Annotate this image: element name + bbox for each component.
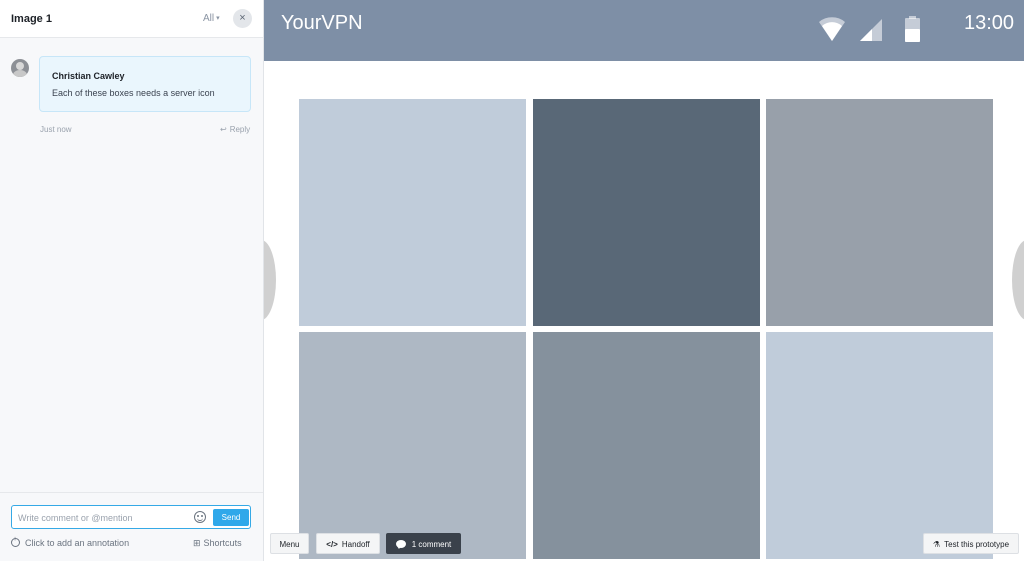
server-tile[interactable]: [299, 332, 526, 559]
add-annotation-button[interactable]: Click to add an annotation: [11, 536, 130, 548]
test-prototype-button[interactable]: ⚗ Test this prototype: [923, 533, 1019, 554]
comment-input[interactable]: [18, 510, 188, 525]
comments-button[interactable]: 1 comment: [386, 533, 461, 554]
reply-label: Reply: [229, 125, 251, 134]
next-screen-button[interactable]: [1012, 240, 1024, 320]
panel-footer: Send Click to add an annotation ⊞Shortcu…: [0, 492, 263, 561]
sitemap-icon: ⊞: [193, 538, 201, 548]
battery-icon: [905, 16, 920, 42]
app-title: YourVPN: [281, 12, 363, 34]
flask-icon: ⚗: [932, 540, 941, 549]
previous-screen-button[interactable]: [264, 240, 276, 320]
emoji-icon[interactable]: [194, 511, 206, 523]
panel-header: Image 1 All ▾ ×: [0, 0, 263, 38]
comment-bubble-icon: [395, 540, 406, 549]
comments-label: 1 comment: [411, 540, 452, 549]
prototype-view: YourVPN 13:00 Menu </> Handoff 1 comment …: [264, 0, 1024, 561]
annotation-icon: [11, 536, 20, 547]
annotation-label: Click to add an annotation: [25, 538, 130, 548]
server-tile[interactable]: [533, 332, 760, 559]
comment-author: Christian Cawley: [52, 71, 125, 81]
filter-dropdown[interactable]: All ▾: [203, 13, 220, 24]
comment-bubble[interactable]: Christian Cawley Each of these boxes nee…: [39, 56, 251, 112]
handoff-button[interactable]: </> Handoff: [316, 533, 380, 554]
comment-input-wrapper: Send: [11, 505, 251, 529]
code-icon: </>: [326, 540, 338, 549]
reply-button[interactable]: ↩ Reply: [220, 125, 250, 134]
status-clock: 13:00: [964, 12, 1015, 34]
reply-icon: ↩: [220, 125, 227, 134]
avatar: [11, 59, 29, 77]
close-icon[interactable]: ×: [233, 9, 252, 28]
server-tile[interactable]: [533, 99, 760, 326]
shortcuts-button[interactable]: ⊞ Shortcuts: [193, 538, 242, 549]
test-label: Test this prototype: [944, 540, 1010, 549]
menu-button[interactable]: Menu: [270, 533, 309, 554]
filter-label: All: [203, 13, 215, 24]
chevron-down-icon: ▾: [216, 15, 220, 22]
comment-text: Each of these boxes needs a server icon: [52, 88, 215, 98]
comment-timestamp: Just now: [40, 125, 72, 134]
shortcuts-label: Shortcuts: [203, 538, 242, 548]
wifi-icon: [819, 17, 845, 41]
handoff-label: Handoff: [341, 540, 370, 549]
panel-title: Image 1: [11, 13, 52, 25]
app-header: YourVPN 13:00: [264, 0, 1024, 61]
comment-panel: Image 1 All ▾ × Christian Cawley Each of …: [0, 0, 264, 561]
server-tile[interactable]: [299, 99, 526, 326]
server-tile[interactable]: [766, 99, 993, 326]
server-tile[interactable]: [766, 332, 993, 559]
signal-icon: [860, 19, 882, 41]
send-button[interactable]: Send: [213, 509, 249, 526]
